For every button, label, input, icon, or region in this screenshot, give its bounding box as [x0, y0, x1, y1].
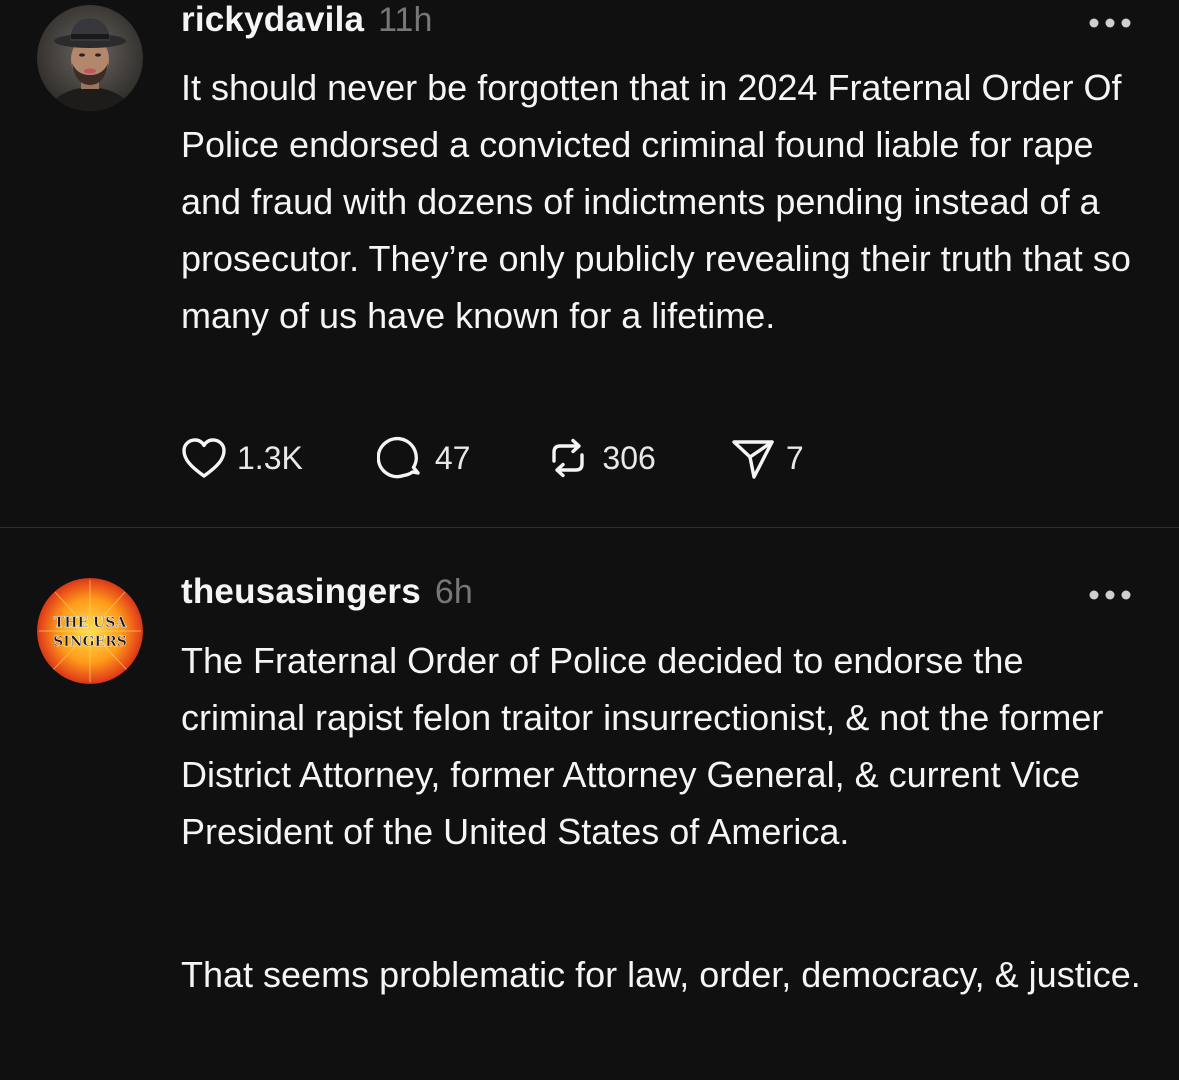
usa-singers-logo-icon: THE USA SINGERS: [37, 578, 143, 684]
post-header: theusasingers 6h: [181, 572, 473, 616]
like-button[interactable]: 1.3K: [181, 437, 303, 479]
post-text: It should never be forgotten that in 202…: [181, 67, 1131, 336]
post-text-paragraph: That seems problematic for law, order, d…: [181, 954, 1141, 995]
like-count: 1.3K: [237, 439, 303, 476]
heart-icon: [181, 437, 227, 479]
avatar[interactable]: THE USA SINGERS: [37, 578, 143, 684]
repost-count: 306: [602, 439, 656, 476]
svg-text:THE USA: THE USA: [54, 615, 128, 631]
reply-button[interactable]: 47: [376, 434, 471, 482]
post-actions: 1.3K 47 306 7: [181, 432, 804, 484]
post-text-paragraph: The Fraternal Order of Police decided to…: [181, 640, 1104, 852]
post-time: 6h: [434, 573, 473, 611]
share-count: 7: [785, 439, 804, 476]
post-time: 11h: [378, 1, 433, 39]
thread-post: rickydavila 11h It should never be forgo…: [0, 0, 1179, 527]
username[interactable]: rickydavila: [181, 0, 364, 40]
share-button[interactable]: 7: [730, 435, 804, 481]
reply-count: 47: [434, 439, 471, 476]
avatar[interactable]: [37, 5, 143, 111]
svg-text:SINGERS: SINGERS: [53, 634, 127, 650]
comment-icon: [376, 434, 425, 482]
user-avatar-icon: [37, 5, 143, 111]
username[interactable]: theusasingers: [181, 572, 421, 612]
post-header: rickydavila 11h: [181, 0, 432, 44]
send-icon: [730, 435, 776, 481]
more-options-icon[interactable]: [1087, 16, 1133, 30]
repost-icon: [544, 434, 592, 482]
more-options-icon[interactable]: [1087, 588, 1133, 602]
thread-post: THE USA SINGERS theusasingers 6h The Fra…: [0, 528, 1179, 1080]
repost-button[interactable]: 306: [544, 434, 656, 482]
